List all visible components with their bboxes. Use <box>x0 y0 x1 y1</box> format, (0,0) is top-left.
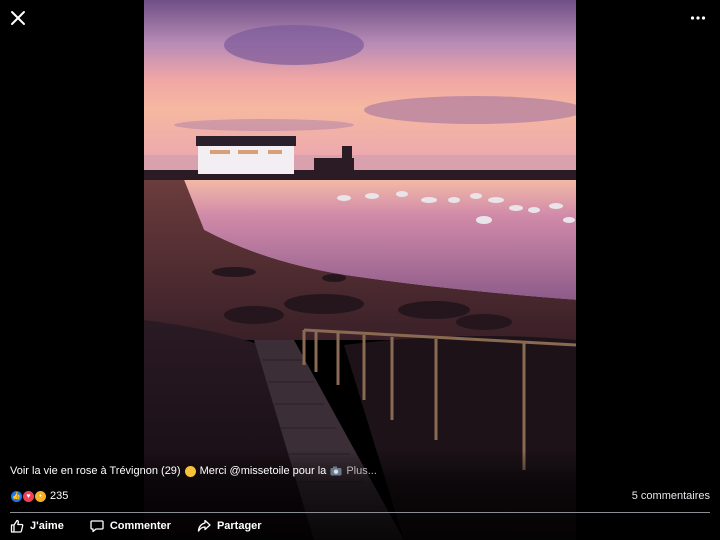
reactions-summary[interactable]: 👍 ♥ • 235 <box>10 489 69 503</box>
share-icon <box>197 519 211 532</box>
more-horizontal-icon <box>690 16 706 20</box>
smile-emoji-icon <box>184 465 196 477</box>
comments-count-link[interactable]: 5 commentaires <box>632 490 710 502</box>
close-button[interactable] <box>6 6 30 30</box>
share-label: Partager <box>216 520 262 532</box>
see-more-link[interactable]: Plus... <box>346 465 377 477</box>
comment-label: Commenter <box>109 520 171 532</box>
photo-viewer: Voir la vie en rose à Trévignon (29) Mer… <box>0 0 720 540</box>
like-button[interactable]: J'aime <box>10 516 64 536</box>
share-button[interactable]: Partager <box>197 516 262 536</box>
reaction-count: 235 <box>50 490 69 502</box>
camera-emoji-icon <box>330 466 342 476</box>
like-label: J'aime <box>30 520 64 532</box>
reaction-icons: 👍 ♥ • <box>10 489 47 503</box>
comment-icon <box>90 520 104 533</box>
comment-button[interactable]: Commenter <box>90 516 171 536</box>
caption-text: Voir la vie en rose à Trévignon (29) <box>10 465 181 477</box>
more-options-button[interactable] <box>686 6 710 30</box>
thumbs-up-icon <box>10 519 24 533</box>
action-divider <box>10 512 710 513</box>
post-caption: Voir la vie en rose à Trévignon (29) Mer… <box>10 465 580 477</box>
post-actions: J'aime Commenter Partager <box>10 516 262 536</box>
reactions-row: 👍 ♥ • 235 5 commentaires <box>10 488 710 504</box>
wow-reaction-icon: • <box>34 489 47 503</box>
close-icon <box>11 11 25 25</box>
caption-text-2: Merci @missetoile pour la <box>199 465 327 477</box>
